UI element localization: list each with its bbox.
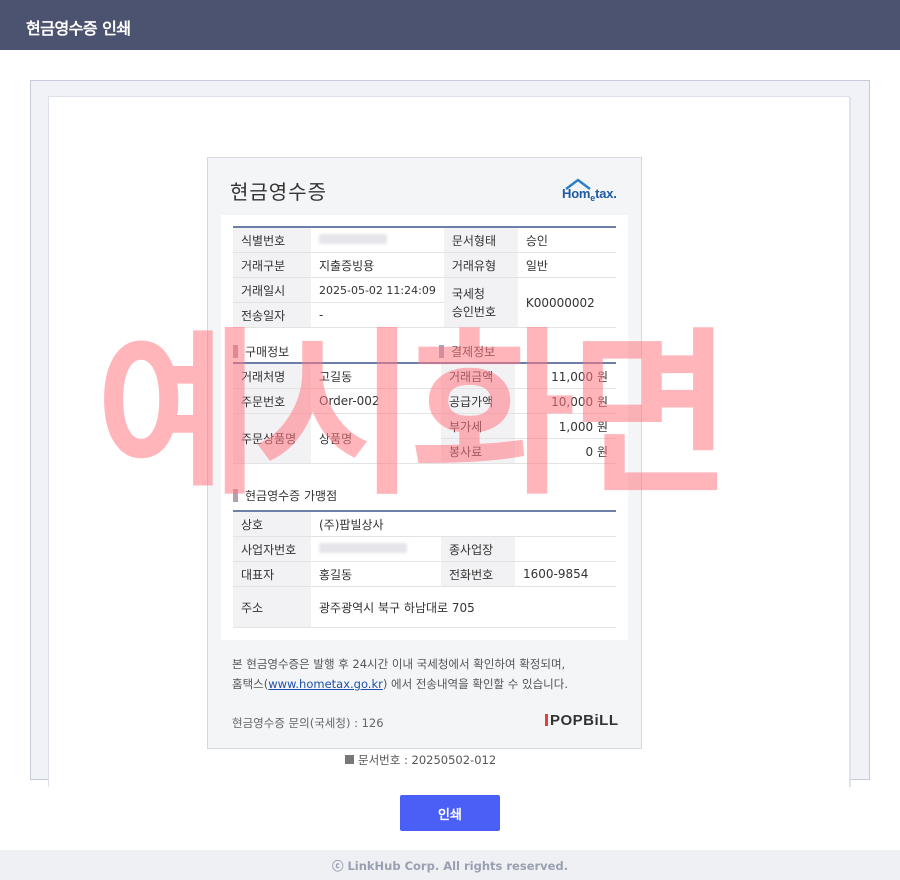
- label-vat: 부가세: [441, 413, 515, 439]
- label-nts-approval: 국세청 승인번호: [443, 277, 518, 328]
- print-button[interactable]: 인쇄: [400, 795, 500, 831]
- table-row: 거래구분 지출증빙용 거래유형 일반: [233, 252, 616, 278]
- cash-receipt: 현금영수증 Hometax. 식별번호 문서형태 승인 거래구분 지출증빙용 거…: [207, 157, 642, 749]
- value-business-number: [311, 536, 441, 562]
- value-sub-business: [515, 536, 616, 562]
- receipt-notice: 본 현금영수증은 발행 후 24시간 이내 국세청에서 확인하여 확정되며, 홈…: [232, 654, 632, 694]
- payment-section-title: 결제정보: [439, 343, 495, 360]
- label-total-amount: 거래금액: [441, 363, 515, 389]
- label-company-name: 상호: [233, 511, 311, 537]
- footer: ⓒ LinkHub Corp. All rights reserved.: [0, 850, 900, 880]
- label-sub-business: 종사업장: [441, 536, 515, 562]
- document-number: 문서번호 : 20250502-012: [345, 752, 496, 768]
- value-service-fee: 0 원: [515, 438, 616, 464]
- masked-id-number: [319, 234, 387, 244]
- table-row: 사업자번호 종사업장: [233, 536, 616, 562]
- label-send-date: 전송일자: [233, 302, 311, 328]
- window-title: 현금영수증 인쇄: [26, 19, 131, 38]
- value-trade-datetime: 2025-05-02 11:24:09: [311, 277, 444, 303]
- masked-business-number: [319, 543, 407, 553]
- label-address: 주소: [233, 586, 311, 628]
- value-trade-type: 지출증빙용: [311, 252, 444, 278]
- notice-line-2: 홈택스(www.hometax.go.kr) 에서 전송내역을 확인할 수 있습…: [232, 677, 568, 691]
- table-row: 대표자 홍길동 전화번호 1600-9854: [233, 561, 616, 587]
- label-business-number: 사업자번호: [233, 536, 311, 562]
- value-trade-kind: 일반: [517, 252, 616, 278]
- value-order-number: Order-002: [311, 388, 441, 414]
- table-row: 거래일시 2025-05-02 11:24:09 국세청 승인번호 K00000…: [233, 277, 616, 328]
- buyer-section-title: 구매정보: [233, 343, 289, 360]
- square-bullet-icon: [345, 755, 354, 764]
- label-phone: 전화번호: [441, 561, 515, 587]
- buyer-payment-table: 거래처명 고길동 거래금액 11,000 원 주문번호 Order-002 공급…: [233, 362, 616, 464]
- preview-frame: 현금영수증 Hometax. 식별번호 문서형태 승인 거래구분 지출증빙용 거…: [30, 80, 870, 787]
- label-trade-kind: 거래유형: [443, 252, 518, 278]
- value-phone: 1600-9854: [515, 561, 616, 587]
- popbill-logo: POPBiLL: [545, 712, 619, 729]
- hometax-wordmark: Hometax.: [562, 186, 617, 203]
- label-product-name: 주문상품명: [233, 413, 311, 464]
- table-row: 주소 광주광역시 북구 하남대로 705: [233, 586, 616, 628]
- value-total-amount: 11,000 원: [515, 363, 616, 389]
- label-ceo: 대표자: [233, 561, 311, 587]
- receipt-body: 식별번호 문서형태 승인 거래구분 지출증빙용 거래유형 일반 거래일시 202…: [221, 215, 628, 640]
- hometax-link[interactable]: www.hometax.go.kr: [268, 677, 383, 691]
- value-supply-amount: 10,000 원: [515, 388, 616, 414]
- preview-viewport[interactable]: 현금영수증 Hometax. 식별번호 문서형태 승인 거래구분 지출증빙용 거…: [48, 96, 851, 787]
- value-product-name: 상품명: [311, 413, 441, 464]
- label-order-number: 주문번호: [233, 388, 311, 414]
- popbill-mark-icon: [545, 714, 548, 726]
- label-doc-type: 문서형태: [443, 227, 518, 253]
- basic-info-table: 식별번호 문서형태 승인 거래구분 지출증빙용 거래유형 일반 거래일시 202…: [233, 226, 616, 328]
- value-client-name: 고길동: [311, 363, 441, 389]
- value-send-date: -: [311, 302, 444, 328]
- label-supply-amount: 공급가액: [441, 388, 515, 414]
- value-doc-type: 승인: [517, 227, 616, 253]
- window-titlebar: 현금영수증 인쇄: [0, 0, 900, 50]
- value-ceo: 홍길동: [311, 561, 441, 587]
- scrollbar[interactable]: [850, 97, 851, 787]
- label-trade-type: 거래구분: [233, 252, 311, 278]
- notice-line-1: 본 현금영수증은 발행 후 24시간 이내 국세청에서 확인하여 확정되며,: [232, 657, 566, 671]
- receipt-title: 현금영수증: [230, 180, 327, 204]
- inquiry-info: 현금영수증 문의(국세청) : 126: [232, 716, 384, 730]
- value-company-name: (주)팝빌상사: [311, 511, 616, 537]
- label-client-name: 거래처명: [233, 363, 311, 389]
- table-row: 거래처명 고길동 거래금액 11,000 원: [233, 363, 616, 389]
- table-row: 식별번호 문서형태 승인: [233, 227, 616, 253]
- merchant-table: 상호 (주)팝빌상사 사업자번호 종사업장 대표자 홍길동 전화번호 1600-…: [233, 510, 616, 628]
- value-nts-approval: K00000002: [517, 277, 616, 328]
- copyright: ⓒ LinkHub Corp. All rights reserved.: [331, 859, 569, 873]
- value-id-number: [311, 227, 444, 253]
- table-row: 주문상품명 상품명 부가세 1,000 원: [233, 413, 616, 464]
- hometax-logo: Hometax.: [560, 176, 630, 206]
- table-row: 주문번호 Order-002 공급가액 10,000 원: [233, 388, 616, 414]
- label-trade-datetime: 거래일시: [233, 277, 311, 303]
- label-id-number: 식별번호: [233, 227, 311, 253]
- label-service-fee: 봉사료: [441, 438, 515, 464]
- table-row: 상호 (주)팝빌상사: [233, 511, 616, 537]
- value-address: 광주광역시 북구 하남대로 705: [311, 586, 616, 628]
- value-vat: 1,000 원: [515, 413, 616, 439]
- merchant-section-title: 현금영수증 가맹점: [233, 487, 337, 504]
